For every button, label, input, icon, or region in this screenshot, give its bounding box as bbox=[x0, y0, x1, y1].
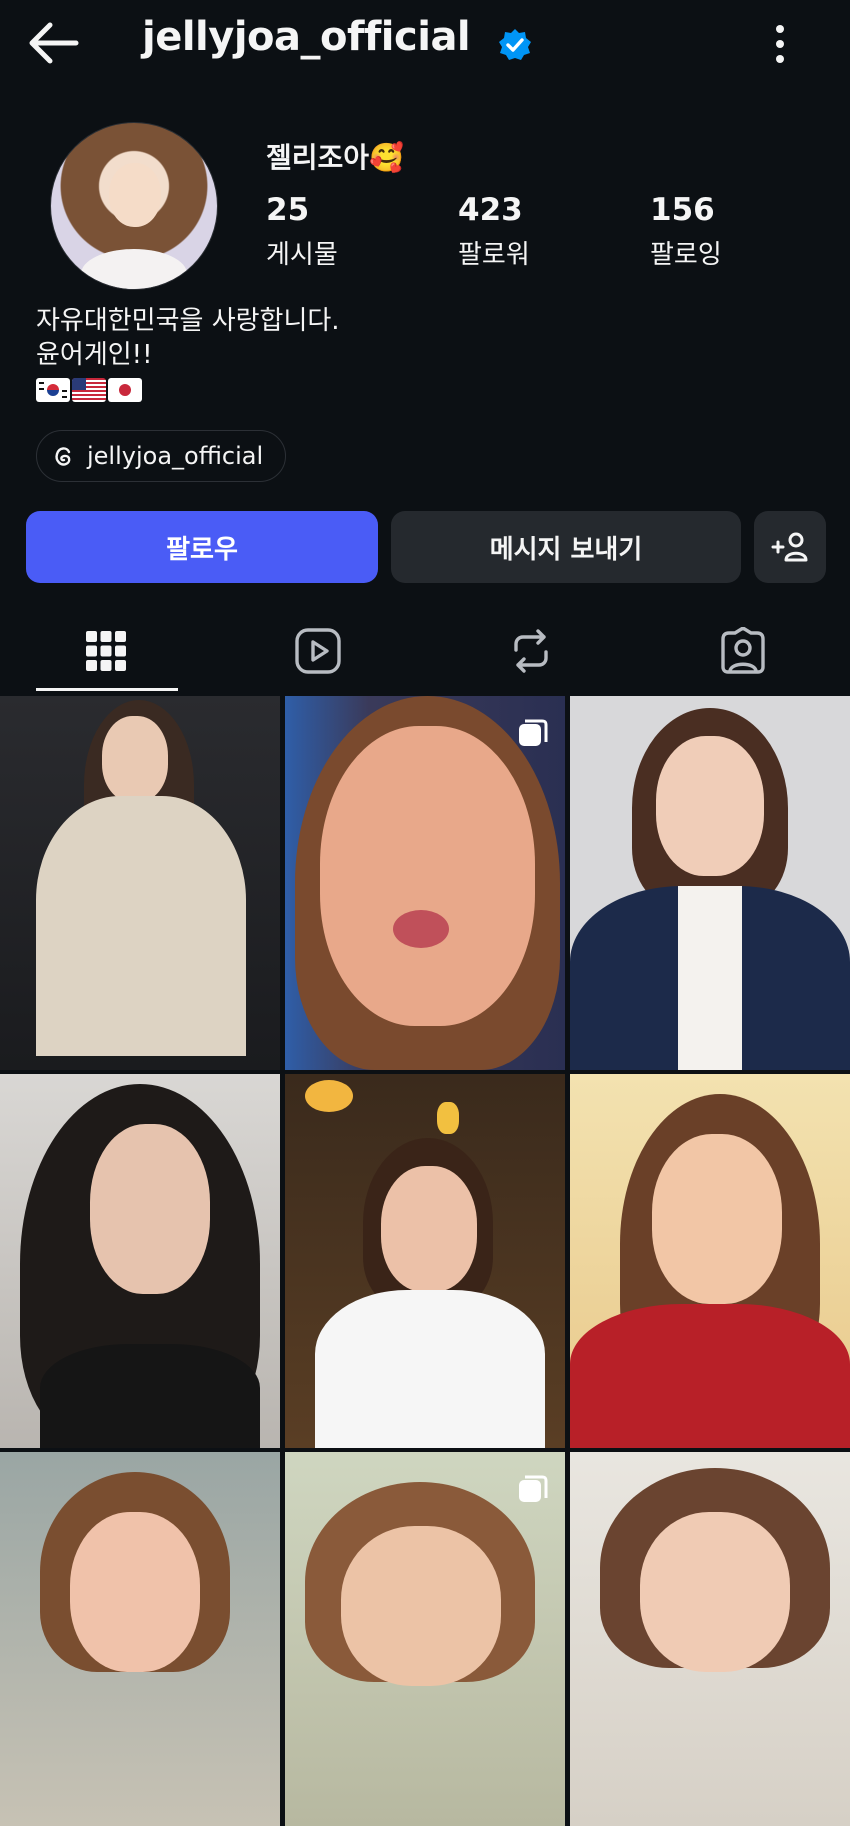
threads-handle: jellyjoa_official bbox=[87, 442, 264, 470]
usa-flag-icon bbox=[72, 378, 106, 402]
bio-line: 자유대한민국을 사랑합니다. bbox=[36, 306, 340, 336]
post-thumbnail[interactable] bbox=[0, 696, 280, 1070]
stat-followers-label: 팔로워 bbox=[458, 240, 530, 270]
bio-flags bbox=[36, 378, 142, 402]
post-thumbnail[interactable] bbox=[570, 1452, 850, 1826]
bio: 자유대한민국을 사랑합니다. 윤어게인!! bbox=[36, 304, 340, 372]
multi-photo-icon bbox=[519, 719, 548, 746]
post-thumbnail[interactable] bbox=[570, 1074, 850, 1448]
post-thumbnail[interactable] bbox=[570, 696, 850, 1070]
username-title: jellyjoa_official bbox=[142, 14, 471, 60]
stat-posts[interactable]: 25 게시물 bbox=[266, 192, 338, 271]
stat-following-count: 156 bbox=[650, 192, 715, 228]
repost-icon bbox=[514, 629, 548, 673]
add-person-icon bbox=[771, 532, 808, 562]
post-thumbnail[interactable] bbox=[0, 1452, 280, 1826]
arrow-left-icon[interactable] bbox=[26, 20, 80, 66]
stat-followers-count: 423 bbox=[458, 192, 523, 228]
japan-flag-icon bbox=[108, 378, 142, 402]
display-name: 젤리조아🥰 bbox=[266, 141, 404, 174]
post-thumbnail[interactable] bbox=[285, 1074, 565, 1448]
message-button[interactable]: 메시지 보내기 bbox=[391, 511, 741, 583]
stat-following[interactable]: 156 팔로잉 bbox=[650, 192, 722, 271]
post-thumbnail[interactable] bbox=[285, 1452, 565, 1826]
grid-icon bbox=[86, 631, 126, 671]
tab-tagged[interactable] bbox=[637, 608, 849, 694]
threads-link[interactable]: jellyjoa_official bbox=[36, 430, 287, 482]
add-person-button[interactable] bbox=[754, 511, 826, 583]
stat-posts-label: 게시물 bbox=[266, 240, 338, 270]
post-thumbnail[interactable] bbox=[285, 696, 565, 1070]
tab-reposts[interactable] bbox=[425, 608, 637, 694]
threads-icon bbox=[55, 447, 71, 466]
tab-reels[interactable] bbox=[212, 608, 424, 694]
follow-button[interactable]: 팔로우 bbox=[26, 511, 378, 583]
post-thumbnail[interactable] bbox=[0, 1074, 280, 1448]
stat-following-label: 팔로잉 bbox=[650, 240, 722, 270]
top-bar: jellyjoa_official bbox=[0, 0, 850, 90]
multi-photo-icon bbox=[519, 1475, 548, 1502]
bio-line: 윤어게인!! bbox=[36, 340, 153, 370]
stat-posts-count: 25 bbox=[266, 192, 310, 228]
tagged-icon bbox=[721, 627, 765, 674]
reels-icon bbox=[295, 628, 341, 674]
korea-flag-icon bbox=[36, 378, 70, 402]
stat-followers[interactable]: 423 팔로워 bbox=[458, 192, 530, 271]
active-tab-indicator bbox=[36, 688, 178, 691]
profile-avatar[interactable] bbox=[50, 122, 218, 290]
profile-tabs bbox=[0, 608, 850, 694]
verified-badge-icon bbox=[499, 29, 531, 60]
more-vertical-icon[interactable] bbox=[762, 22, 798, 66]
tab-posts-grid[interactable] bbox=[0, 608, 212, 694]
